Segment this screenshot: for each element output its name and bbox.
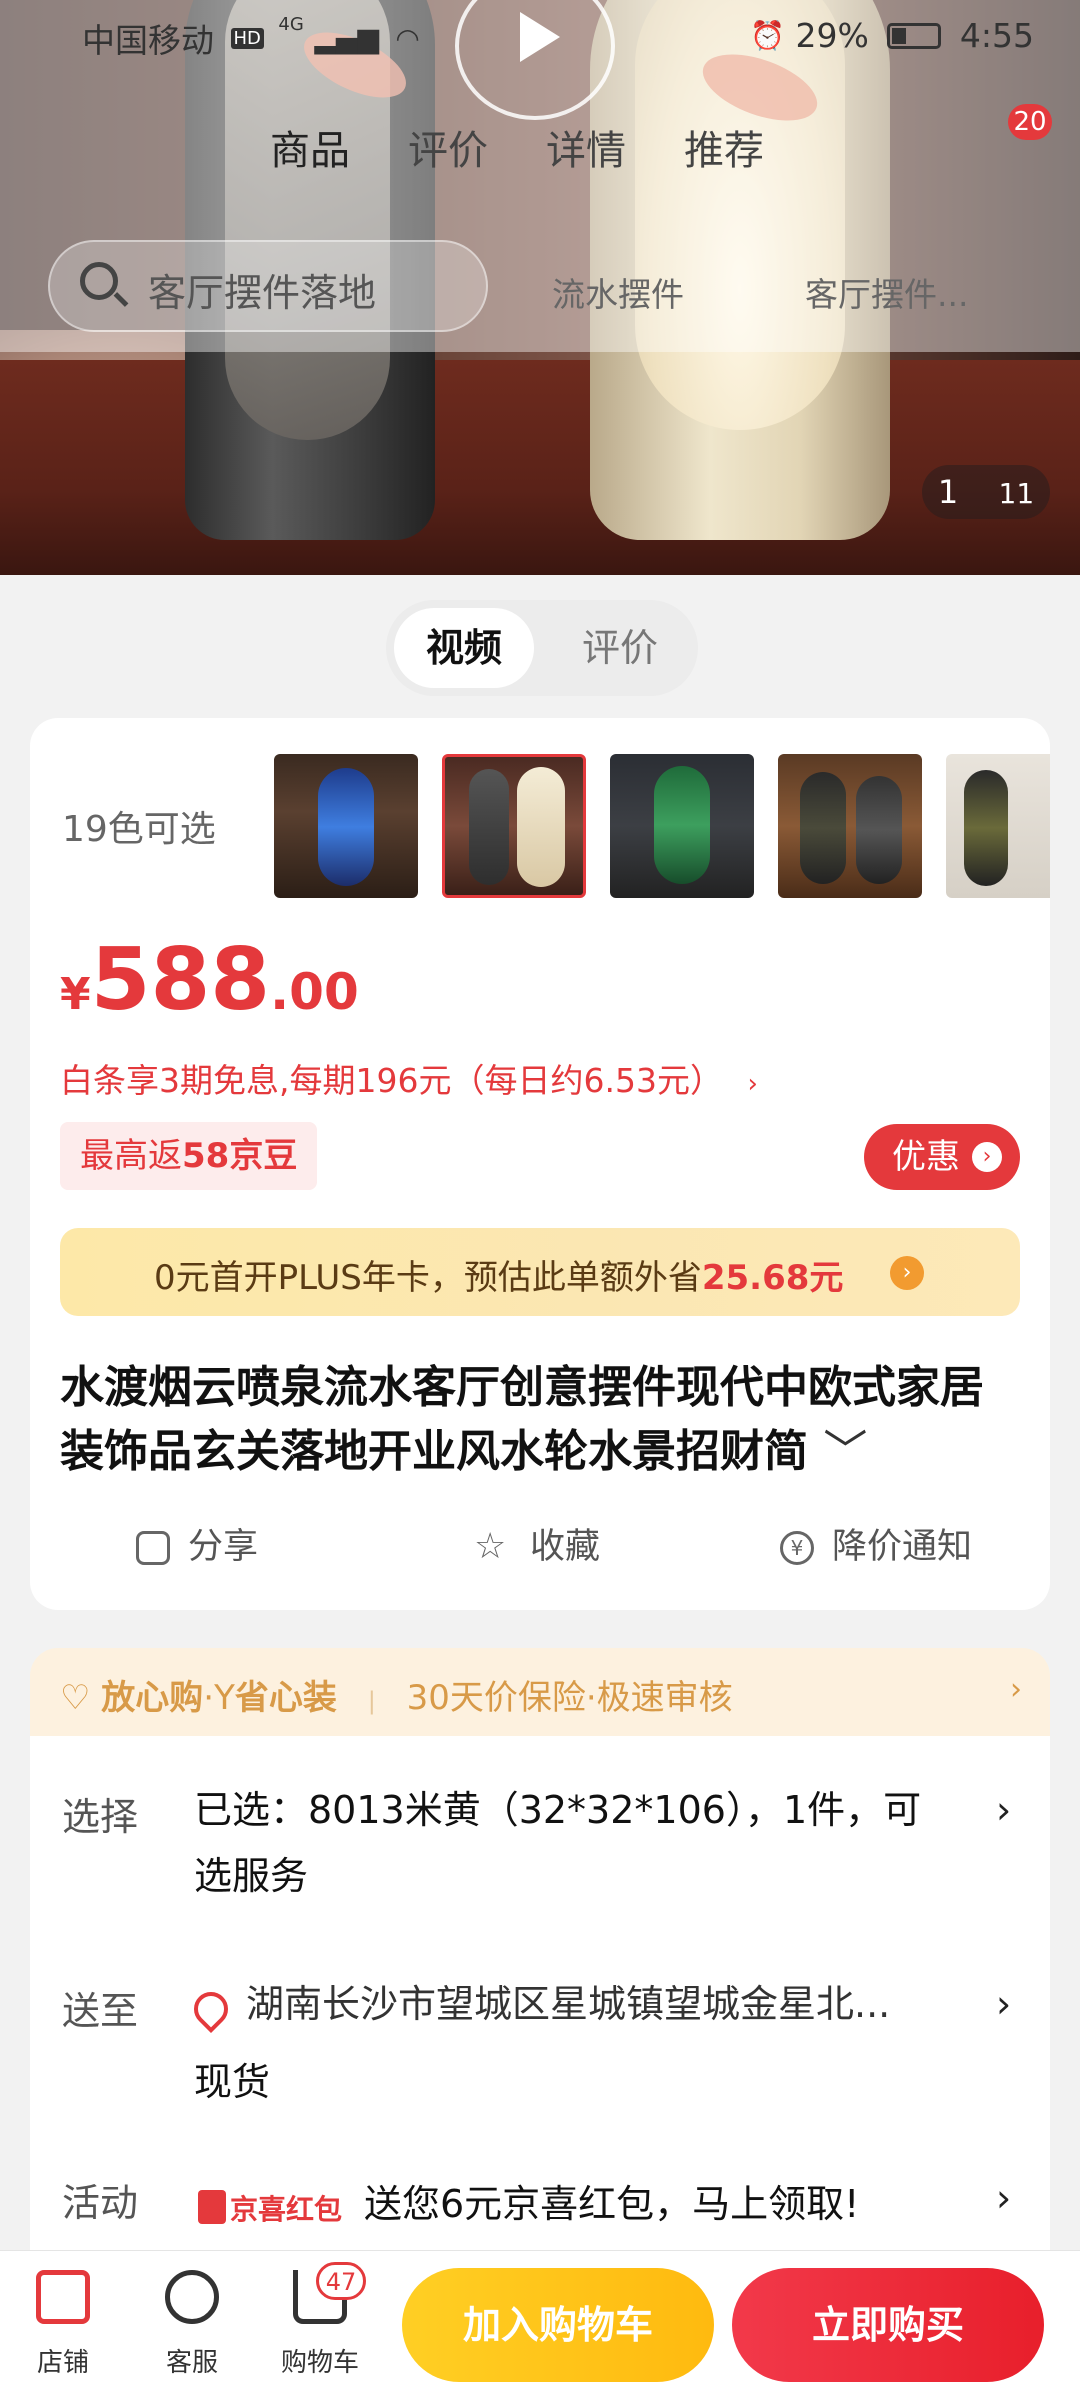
ship-status: 现货 <box>194 2060 271 2104</box>
product-title[interactable]: 水渡烟云喷泉流水客厅创意摆件现代中欧式家居装饰品玄关落地开业风水轮水景招财简 ﹀ <box>60 1356 1020 1484</box>
price: ¥588.00 <box>60 930 359 1030</box>
yen-circle-icon: ¥ <box>780 1531 814 1565</box>
color-count-label[interactable]: 19色可选 <box>62 800 216 852</box>
cart-label: 购物车 <box>280 2348 359 2378</box>
section-tabs: 商品 评价 详情 推荐 <box>270 118 764 176</box>
assurance-text: ♡ 放心购·Y省心装 | 30天价保险·极速审核 <box>60 1678 733 1718</box>
chevron-right-icon: › <box>972 1142 1002 1172</box>
color-thumb-1[interactable] <box>274 754 418 898</box>
activity-label: 活动 <box>62 2181 139 2225</box>
select-text-2: 选服务 <box>194 1854 309 1898</box>
assurance-2: 省心装 <box>234 1678 337 1718</box>
chevron-right-icon: › <box>890 1256 924 1290</box>
beans-prefix: 最高返 <box>80 1136 182 1176</box>
play-icon <box>520 12 560 62</box>
color-thumb-4[interactable] <box>778 754 922 898</box>
promo-label: 优惠 <box>892 1137 960 1177</box>
share-action[interactable]: 分享 <box>136 1518 258 1569</box>
price-integer: 588 <box>90 930 271 1030</box>
store-label: 店铺 <box>36 2348 89 2378</box>
favorite-label: 收藏 <box>530 1527 601 1567</box>
customer-service-icon <box>165 2270 219 2324</box>
price-decimal: .00 <box>270 963 359 1021</box>
chevron-right-icon: › <box>996 2176 1012 2220</box>
cart-count-badge: 47 <box>316 2262 366 2300</box>
image-counter-current: 1 <box>937 473 959 511</box>
activity-text: 送您6元京喜红包，马上领取! <box>364 2182 860 2226</box>
service-label: 客服 <box>165 2348 218 2378</box>
toggle-video[interactable]: 视频 <box>394 608 534 688</box>
tab-product[interactable]: 商品 <box>270 118 350 176</box>
share-label: 分享 <box>188 1527 259 1567</box>
image-counter: 1 11 <box>922 465 1050 519</box>
hd-icon: HD <box>230 27 264 49</box>
alarm-icon: ⏰ <box>750 19 786 52</box>
carrier-label: 中国移动 <box>82 21 214 60</box>
favorite-action[interactable]: ☆ 收藏 <box>474 1518 600 1569</box>
color-thumb-3[interactable] <box>610 754 754 898</box>
chevron-right-icon: › <box>1010 1672 1022 1707</box>
battery-icon <box>887 22 942 49</box>
ship-label: 送至 <box>62 1989 139 2033</box>
chevron-right-icon: › <box>996 1982 1012 2026</box>
plus-promo-text: 0元首开PLUS年卡，预估此单额外省25.68元 <box>154 1250 843 1299</box>
select-row[interactable]: 已选：8013米黄（32*32*106），1件，可 选服务 <box>194 1780 984 1912</box>
divider: | <box>367 1687 376 1715</box>
activity-row[interactable]: 送您6元京喜红包，马上领取! <box>364 2168 859 2240</box>
message-badge[interactable]: 20 <box>1008 104 1052 140</box>
price-alert-action[interactable]: ¥ 降价通知 <box>780 1518 972 1569</box>
wrench-icon: Y <box>214 1678 235 1718</box>
installment-text: 白条享3期免息,每期196元（每日约6.53元） <box>60 1061 723 1100</box>
status-right: ⏰ 29% 4:55 <box>750 14 1034 55</box>
assurance-1: 放心购 <box>101 1678 204 1718</box>
select-label: 选择 <box>62 1795 139 1839</box>
wifi-icon: ◠ <box>395 21 420 55</box>
tab-recommend[interactable]: 推荐 <box>684 118 764 176</box>
search-icon <box>80 262 118 300</box>
assurance-3: 30天价保险·极速审核 <box>406 1678 733 1718</box>
select-text-1: 已选：8013米黄（32*32*106），1件，可 <box>194 1788 922 1832</box>
price-alert-label: 降价通知 <box>832 1527 973 1567</box>
ship-row[interactable]: 湖南长沙市望城区星城镇望城金星北... <box>246 1974 966 2034</box>
tab-reviews[interactable]: 评价 <box>408 118 488 176</box>
beans-value: 58京豆 <box>182 1136 298 1176</box>
activity-badge: 京喜红包 <box>230 2193 343 2226</box>
hot-keyword-2[interactable]: 客厅摆件... <box>805 268 968 316</box>
plus-amount: 25.68元 <box>701 1258 844 1298</box>
tab-details[interactable]: 详情 <box>546 118 626 176</box>
hot-keyword-1[interactable]: 流水摆件 <box>552 268 684 316</box>
store-icon <box>36 2270 90 2324</box>
buy-now-button[interactable]: 立即购买 <box>732 2268 1044 2382</box>
price-symbol: ¥ <box>60 969 91 1020</box>
plus-text: 0元首开PLUS年卡，预估此单额外省 <box>154 1258 702 1298</box>
heart-icon: ♡ <box>60 1678 91 1718</box>
star-icon: ☆ <box>474 1526 507 1567</box>
chevron-right-icon: › <box>996 1788 1012 1832</box>
battery-percent: 29% <box>795 16 869 55</box>
service-tab[interactable]: 客服 <box>137 2270 247 2379</box>
color-thumb-2-selected[interactable] <box>442 754 586 898</box>
clock: 4:55 <box>959 16 1034 55</box>
signal-icon: ▂▄▆ <box>314 21 379 55</box>
installment-info[interactable]: 白条享3期免息,每期196元（每日约6.53元） › <box>60 1054 758 1102</box>
share-icon <box>136 1531 170 1565</box>
red-envelope-icon <box>198 2190 226 2224</box>
color-thumb-5[interactable] <box>946 754 1050 898</box>
add-to-cart-button[interactable]: 加入购物车 <box>402 2268 714 2382</box>
ship-address: 湖南长沙市望城区星城镇望城金星北... <box>246 1982 891 2026</box>
beans-badge: 最高返58京豆 <box>60 1122 318 1190</box>
network-label: 4G <box>278 14 304 35</box>
chevron-right-icon: › <box>747 1069 758 1099</box>
floor-image-part <box>0 360 1080 575</box>
image-counter-total: 11 <box>998 477 1035 510</box>
chevron-down-icon: ﹀ <box>823 1426 868 1477</box>
toggle-review[interactable]: 评价 <box>560 608 680 688</box>
status-left: 中国移动 HD 4G ▂▄▆ ◠ <box>82 14 420 62</box>
search-placeholder: 客厅摆件落地 <box>148 271 377 315</box>
store-tab[interactable]: 店铺 <box>8 2270 118 2379</box>
